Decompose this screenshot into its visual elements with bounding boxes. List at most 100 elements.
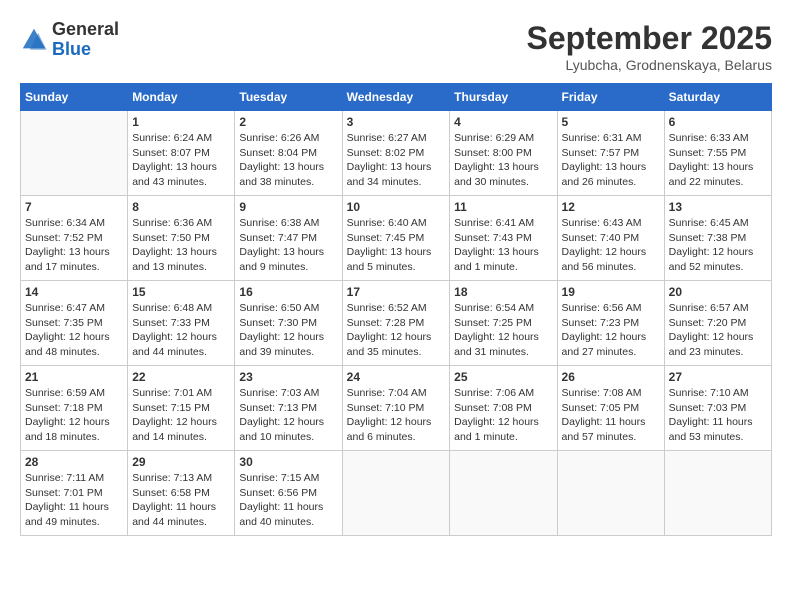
logo-icon: [20, 26, 48, 54]
day-info: Sunrise: 6:27 AMSunset: 8:02 PMDaylight:…: [347, 131, 446, 190]
calendar-cell: 12Sunrise: 6:43 AMSunset: 7:40 PMDayligh…: [557, 196, 664, 281]
day-number: 17: [347, 285, 446, 299]
day-number: 14: [25, 285, 123, 299]
calendar-cell: 29 Sunrise: 7:13 AMSunset: 6:58 PMDayligh…: [128, 451, 235, 536]
day-info: Sunrise: 7:13 AMSunset: 6:58 PMDaylight:…: [132, 471, 230, 530]
calendar-cell: 23Sunrise: 7:03 AMSunset: 7:13 PMDayligh…: [235, 366, 342, 451]
day-number: 9: [239, 200, 337, 214]
calendar-cell: 5 Sunrise: 6:31 AMSunset: 7:57 PMDaylight…: [557, 111, 664, 196]
day-number: 6: [669, 115, 767, 129]
calendar-cell: 8 Sunrise: 6:36 AMSunset: 7:50 PMDaylight…: [128, 196, 235, 281]
calendar-cell: 30 Sunrise: 7:15 AMSunset: 6:56 PMDayligh…: [235, 451, 342, 536]
page-header: General Blue September 2025 Lyubcha, Gro…: [20, 20, 772, 73]
month-title: September 2025: [527, 20, 772, 57]
day-number: 10: [347, 200, 446, 214]
day-number: 15: [132, 285, 230, 299]
logo-general-text: General: [52, 20, 119, 40]
day-info: Sunrise: 6:50 AMSunset: 7:30 PMDaylight:…: [239, 301, 337, 360]
calendar-cell: 28Sunrise: 7:11 AMSunset: 7:01 PMDayligh…: [21, 451, 128, 536]
logo-blue-text: Blue: [52, 40, 119, 60]
weekday-header: Tuesday: [235, 84, 342, 111]
calendar-cell: [664, 451, 771, 536]
calendar-cell: 4 Sunrise: 6:29 AMSunset: 8:00 PMDaylight…: [450, 111, 557, 196]
calendar-cell: 7Sunrise: 6:34 AMSunset: 7:52 PMDaylight…: [21, 196, 128, 281]
day-info: Sunrise: 7:01 AMSunset: 7:15 PMDaylight:…: [132, 386, 230, 445]
day-info: Sunrise: 6:26 AMSunset: 8:04 PMDaylight:…: [239, 131, 337, 190]
calendar-cell: 6 Sunrise: 6:33 AMSunset: 7:55 PMDaylight…: [664, 111, 771, 196]
day-number: 1: [132, 115, 230, 129]
weekday-header: Saturday: [664, 84, 771, 111]
calendar-cell: 24Sunrise: 7:04 AMSunset: 7:10 PMDayligh…: [342, 366, 450, 451]
week-row: 28Sunrise: 7:11 AMSunset: 7:01 PMDayligh…: [21, 451, 772, 536]
day-number: 18: [454, 285, 552, 299]
day-info: Sunrise: 7:08 AMSunset: 7:05 PMDaylight:…: [562, 386, 660, 445]
title-block: September 2025 Lyubcha, Grodnenskaya, Be…: [527, 20, 772, 73]
day-info: Sunrise: 6:52 AMSunset: 7:28 PMDaylight:…: [347, 301, 446, 360]
calendar-cell: 20 Sunrise: 6:57 AMSunset: 7:20 PMDayligh…: [664, 281, 771, 366]
weekday-header: Friday: [557, 84, 664, 111]
day-info: Sunrise: 6:41 AMSunset: 7:43 PMDaylight:…: [454, 216, 552, 275]
calendar-cell: 18 Sunrise: 6:54 AMSunset: 7:25 PMDayligh…: [450, 281, 557, 366]
calendar-table: SundayMondayTuesdayWednesdayThursdayFrid…: [20, 83, 772, 536]
week-row: 7Sunrise: 6:34 AMSunset: 7:52 PMDaylight…: [21, 196, 772, 281]
day-number: 11: [454, 200, 552, 214]
day-info: Sunrise: 6:31 AMSunset: 7:57 PMDaylight:…: [562, 131, 660, 190]
weekday-header: Monday: [128, 84, 235, 111]
day-info: Sunrise: 7:15 AMSunset: 6:56 PMDaylight:…: [239, 471, 337, 530]
day-info: Sunrise: 6:54 AMSunset: 7:25 PMDaylight:…: [454, 301, 552, 360]
day-info: Sunrise: 6:24 AMSunset: 8:07 PMDaylight:…: [132, 131, 230, 190]
day-number: 16: [239, 285, 337, 299]
weekday-header: Thursday: [450, 84, 557, 111]
calendar-cell: 17 Sunrise: 6:52 AMSunset: 7:28 PMDayligh…: [342, 281, 450, 366]
calendar-cell: 27 Sunrise: 7:10 AMSunset: 7:03 PMDayligh…: [664, 366, 771, 451]
day-number: 21: [25, 370, 123, 384]
day-info: Sunrise: 6:57 AMSunset: 7:20 PMDaylight:…: [669, 301, 767, 360]
calendar-cell: 1 Sunrise: 6:24 AMSunset: 8:07 PMDaylight…: [128, 111, 235, 196]
calendar-cell: 11 Sunrise: 6:41 AMSunset: 7:43 PMDayligh…: [450, 196, 557, 281]
day-number: 20: [669, 285, 767, 299]
week-row: 21 Sunrise: 6:59 AMSunset: 7:18 PMDayligh…: [21, 366, 772, 451]
day-number: 8: [132, 200, 230, 214]
week-row: 1 Sunrise: 6:24 AMSunset: 8:07 PMDaylight…: [21, 111, 772, 196]
calendar-cell: 15 Sunrise: 6:48 AMSunset: 7:33 PMDayligh…: [128, 281, 235, 366]
weekday-header-row: SundayMondayTuesdayWednesdayThursdayFrid…: [21, 84, 772, 111]
day-info: Sunrise: 6:59 AMSunset: 7:18 PMDaylight:…: [25, 386, 123, 445]
day-info: Sunrise: 6:36 AMSunset: 7:50 PMDaylight:…: [132, 216, 230, 275]
calendar-cell: 13Sunrise: 6:45 AMSunset: 7:38 PMDayligh…: [664, 196, 771, 281]
day-number: 2: [239, 115, 337, 129]
calendar-cell: 22Sunrise: 7:01 AMSunset: 7:15 PMDayligh…: [128, 366, 235, 451]
calendar-cell: 21 Sunrise: 6:59 AMSunset: 7:18 PMDayligh…: [21, 366, 128, 451]
calendar-cell: 2 Sunrise: 6:26 AMSunset: 8:04 PMDaylight…: [235, 111, 342, 196]
day-info: Sunrise: 6:38 AMSunset: 7:47 PMDaylight:…: [239, 216, 337, 275]
day-info: Sunrise: 6:47 AMSunset: 7:35 PMDaylight:…: [25, 301, 123, 360]
day-info: Sunrise: 6:29 AMSunset: 8:00 PMDaylight:…: [454, 131, 552, 190]
calendar-cell: 10 Sunrise: 6:40 AMSunset: 7:45 PMDayligh…: [342, 196, 450, 281]
day-info: Sunrise: 7:03 AMSunset: 7:13 PMDaylight:…: [239, 386, 337, 445]
day-number: 4: [454, 115, 552, 129]
calendar-cell: 16 Sunrise: 6:50 AMSunset: 7:30 PMDayligh…: [235, 281, 342, 366]
day-info: Sunrise: 6:34 AMSunset: 7:52 PMDaylight:…: [25, 216, 123, 275]
day-number: 19: [562, 285, 660, 299]
calendar-cell: 9 Sunrise: 6:38 AMSunset: 7:47 PMDaylight…: [235, 196, 342, 281]
day-info: Sunrise: 6:33 AMSunset: 7:55 PMDaylight:…: [669, 131, 767, 190]
day-number: 27: [669, 370, 767, 384]
day-number: 5: [562, 115, 660, 129]
calendar-cell: 3 Sunrise: 6:27 AMSunset: 8:02 PMDaylight…: [342, 111, 450, 196]
day-number: 30: [239, 455, 337, 469]
day-info: Sunrise: 6:48 AMSunset: 7:33 PMDaylight:…: [132, 301, 230, 360]
day-info: Sunrise: 7:04 AMSunset: 7:10 PMDaylight:…: [347, 386, 446, 445]
day-info: Sunrise: 6:56 AMSunset: 7:23 PMDaylight:…: [562, 301, 660, 360]
day-number: 26: [562, 370, 660, 384]
day-info: Sunrise: 7:10 AMSunset: 7:03 PMDaylight:…: [669, 386, 767, 445]
day-info: Sunrise: 6:40 AMSunset: 7:45 PMDaylight:…: [347, 216, 446, 275]
day-number: 3: [347, 115, 446, 129]
day-number: 25: [454, 370, 552, 384]
day-number: 28: [25, 455, 123, 469]
calendar-cell: [557, 451, 664, 536]
calendar-cell: [342, 451, 450, 536]
day-number: 29: [132, 455, 230, 469]
calendar-cell: [21, 111, 128, 196]
day-number: 12: [562, 200, 660, 214]
weekday-header: Sunday: [21, 84, 128, 111]
calendar-cell: 26 Sunrise: 7:08 AMSunset: 7:05 PMDayligh…: [557, 366, 664, 451]
